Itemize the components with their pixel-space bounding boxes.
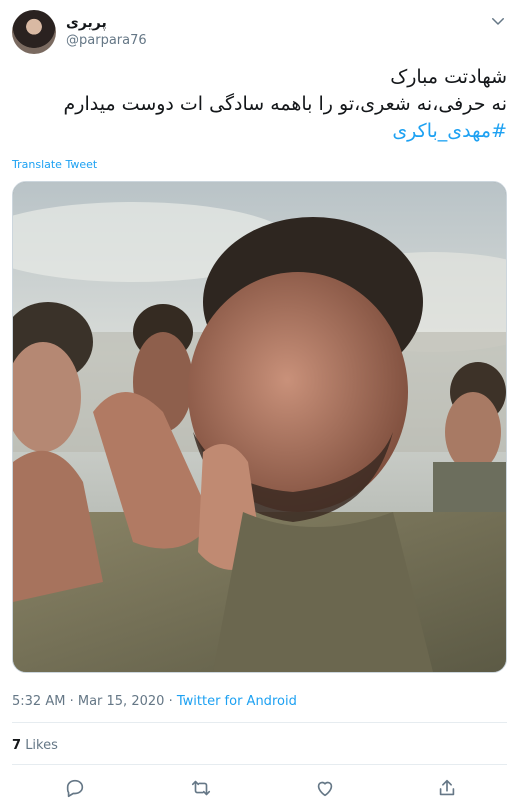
translate-tweet-link[interactable]: Translate Tweet — [12, 158, 97, 171]
divider — [12, 764, 507, 765]
display-name[interactable]: پریری — [66, 14, 147, 32]
tweet-time[interactable]: 5:32 AM — [12, 694, 65, 709]
author-info[interactable]: پریری @parpara76 — [66, 14, 147, 50]
tweet-meta: 5:32 AM · Mar 15, 2020 · Twitter for And… — [12, 694, 297, 709]
photo-image — [13, 182, 506, 672]
reply-icon[interactable] — [64, 777, 86, 799]
divider — [12, 722, 507, 723]
hashtag-link[interactable]: #مهدی_باکری — [12, 118, 507, 145]
meta-separator: · — [69, 694, 74, 709]
likes-label: Likes — [25, 738, 58, 753]
tweet-text: شهادتت مبارک نه حرفی،نه شعری،تو را باهمه… — [12, 64, 507, 145]
tweet-photo[interactable] — [12, 181, 507, 673]
likes-number: 7 — [12, 738, 22, 753]
share-icon[interactable] — [436, 777, 458, 799]
tweet-source-link[interactable]: Twitter for Android — [177, 694, 297, 709]
avatar[interactable] — [12, 10, 56, 54]
tweet-line-2: نه حرفی،نه شعری،تو را باهمه سادگی ات دوس… — [63, 93, 507, 115]
user-handle[interactable]: @parpara76 — [66, 32, 147, 50]
retweet-icon[interactable] — [190, 777, 212, 799]
tweet-header: پریری @parpara76 — [12, 10, 507, 54]
tweet-date[interactable]: Mar 15, 2020 — [78, 694, 165, 709]
chevron-down-icon[interactable] — [489, 12, 507, 30]
heart-icon[interactable] — [314, 777, 336, 799]
tweet-actions — [12, 773, 507, 803]
meta-separator: · — [168, 694, 173, 709]
likes-count[interactable]: 7 Likes — [12, 738, 58, 753]
tweet-line-1: شهادتت مبارک — [390, 66, 507, 88]
